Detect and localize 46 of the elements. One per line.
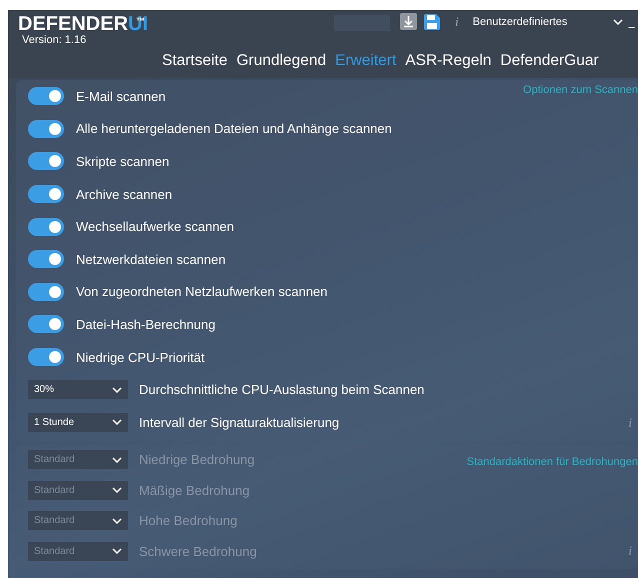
info-icon[interactable]: i [455, 14, 459, 30]
option-label: Hohe Bedrohung [139, 513, 238, 528]
option-label: E-Mail scannen [76, 88, 166, 104]
option-label: Mäßige Bedrohung [139, 482, 250, 498]
nav-tab[interactable]: DefenderGuar [500, 52, 599, 70]
toggle-switch[interactable] [28, 185, 64, 204]
option-label: Niedrige CPU-Priorität [76, 350, 205, 365]
option-label: Archive scannen [76, 186, 172, 202]
app-logo: DEFENDERUI ™ [18, 14, 150, 34]
section-title: Optionen zum Scannen [523, 84, 638, 96]
option-label: Netzwerkdateien scannen [76, 252, 226, 267]
option-label: Alle heruntergeladenen Dateien und Anhänge scannen [76, 121, 392, 136]
version-label: Version: 1.16 [22, 34, 88, 46]
option-label: Wechsellaufwerke scannen [76, 219, 234, 234]
profile-dropdown[interactable]: Benutzerdefiniertes [472, 16, 623, 28]
chevron-icon [112, 548, 122, 554]
toggle-switch[interactable] [28, 87, 64, 106]
toggle-switch[interactable] [28, 282, 64, 301]
chevron-icon [112, 419, 122, 426]
toggle-switch[interactable] [28, 315, 64, 334]
chevron-icon [112, 518, 122, 524]
toggle-switch[interactable] [28, 218, 64, 236]
option-label: Skripte scannen [76, 154, 170, 169]
nav-tab[interactable]: ASR-Regeln [405, 52, 492, 70]
option-label: Schwere Bedrohung [139, 544, 257, 559]
dropdown[interactable]: 30% [28, 380, 128, 400]
nav-tab[interactable]: Startseite [162, 52, 228, 70]
save-icon[interactable] [423, 13, 441, 31]
toggle-switch[interactable] [28, 250, 64, 268]
minimize-button[interactable]: _ [628, 14, 635, 28]
download-icon[interactable] [400, 13, 417, 30]
toggle-switch[interactable] [28, 348, 64, 366]
chevron-icon [612, 19, 623, 25]
option-label: Niedrige Bedrohung [139, 452, 255, 468]
option-label: Von zugeordneten Netzlaufwerken scannen [76, 284, 328, 300]
chevron-icon [112, 487, 122, 494]
chevron-icon [112, 456, 122, 463]
section-title: Standardaktionen für Bedrohungen [466, 456, 638, 468]
option-label: Intervall der Signaturaktualisierung [139, 414, 340, 430]
nav-tab[interactable]: Grundlegend [236, 52, 326, 70]
dropdown[interactable]: 1 Stunde [28, 412, 128, 432]
option-label: Durchschnittliche CPU-Auslastung beim Scannen [139, 382, 424, 398]
toggle-switch[interactable] [28, 120, 64, 138]
chevron-icon [112, 386, 122, 393]
toggle-switch[interactable] [28, 152, 64, 170]
option-label: Datei-Hash-Berechnung [76, 316, 216, 332]
